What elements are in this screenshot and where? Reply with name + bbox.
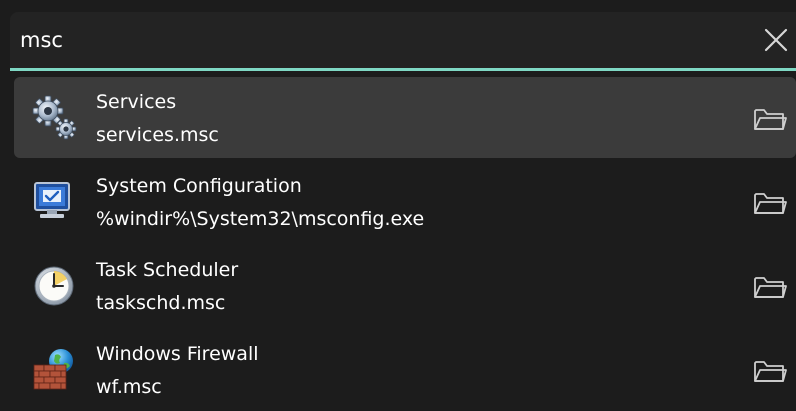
open-folder-button[interactable] (752, 189, 788, 217)
search-focus-underline (10, 68, 796, 71)
result-item-windows-firewall[interactable]: Windows Firewall wf.msc (14, 329, 796, 410)
result-path: %windir%\System32\msconfig.exe (96, 208, 425, 230)
open-folder-button[interactable] (752, 105, 788, 133)
folder-icon (754, 277, 787, 298)
clear-search-button[interactable] (762, 26, 790, 54)
result-item-system-configuration[interactable]: System Configuration %windir%\System32\m… (14, 161, 796, 242)
result-path: services.msc (96, 124, 219, 146)
result-item-task-scheduler[interactable]: Task Scheduler taskschd.msc (14, 245, 796, 326)
folder-icon (754, 361, 787, 382)
result-item-services[interactable]: Services services.msc (14, 77, 796, 158)
open-folder-button[interactable] (752, 357, 788, 385)
run-launcher-window: Services services.msc (0, 0, 796, 411)
search-bar (10, 12, 796, 70)
result-title: System Configuration (96, 175, 302, 197)
clock-icon (30, 261, 78, 309)
open-folder-button[interactable] (752, 273, 788, 301)
close-icon (764, 28, 788, 52)
firewall-brick-globe-icon (30, 345, 78, 393)
folder-icon (754, 193, 787, 214)
result-title: Services (96, 91, 177, 113)
folder-icon (754, 109, 787, 130)
results-list: Services services.msc System Configurati… (10, 77, 796, 411)
result-title: Task Scheduler (96, 259, 239, 281)
monitor-checkmark-icon (30, 177, 78, 225)
result-path: wf.msc (96, 376, 162, 398)
search-input[interactable] (20, 20, 710, 60)
result-path: taskschd.msc (96, 292, 226, 314)
gears-icon (30, 93, 78, 141)
result-title: Windows Firewall (96, 343, 259, 365)
